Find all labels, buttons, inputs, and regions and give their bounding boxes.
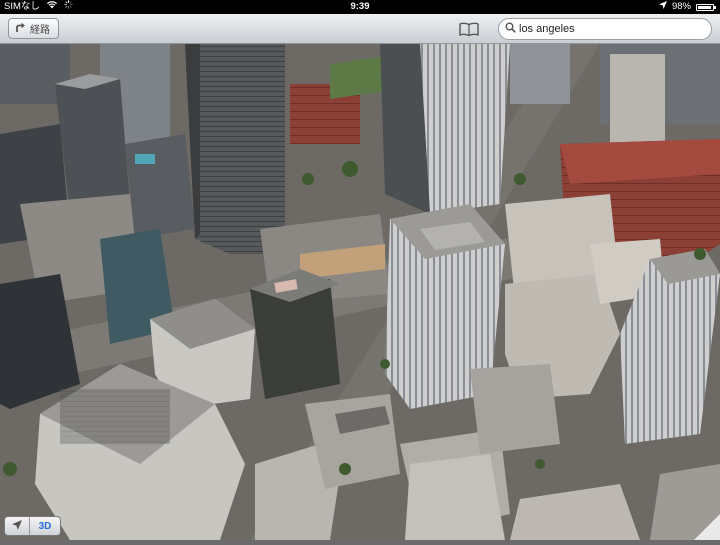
location-arrow-icon bbox=[12, 517, 22, 535]
turn-arrow-icon bbox=[15, 22, 26, 36]
status-time: 9:39 bbox=[350, 1, 370, 12]
directions-label: 経路 bbox=[30, 25, 50, 36]
directions-button[interactable]: 経路 bbox=[8, 18, 59, 39]
battery-icon bbox=[696, 3, 716, 11]
search-field[interactable] bbox=[498, 18, 712, 40]
search-icon bbox=[505, 20, 516, 38]
page-curl-button[interactable] bbox=[694, 514, 720, 540]
location-arrow-icon bbox=[658, 0, 667, 14]
bookmarks-icon[interactable] bbox=[458, 20, 480, 38]
status-bar: SIMなし 9:39 98% bbox=[0, 0, 720, 14]
current-location-button[interactable] bbox=[5, 517, 30, 535]
map-toolbar: 経路 bbox=[0, 14, 720, 44]
3d-toggle-button[interactable]: 3D bbox=[30, 517, 60, 535]
map-mode-control: 3D bbox=[4, 516, 61, 536]
battery-percent: 98% bbox=[671, 1, 691, 12]
search-input[interactable] bbox=[519, 23, 704, 35]
page-curl-icon bbox=[694, 514, 720, 540]
map-view[interactable] bbox=[0, 44, 720, 540]
city-flyover-image bbox=[0, 44, 720, 540]
